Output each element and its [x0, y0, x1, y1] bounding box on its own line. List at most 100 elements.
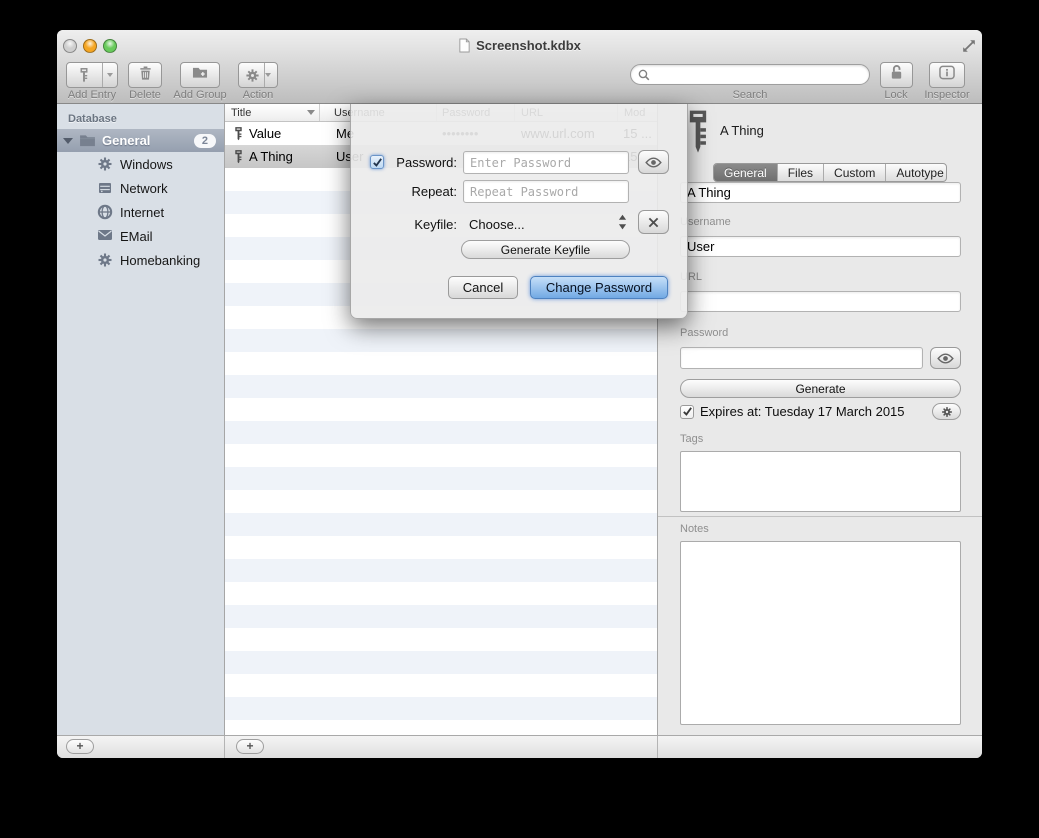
tags-box[interactable] [680, 451, 961, 512]
entry-row-empty [225, 697, 657, 720]
keyfile-popup[interactable]: Choose... [469, 217, 525, 232]
add-entry-footer-button[interactable]: + [236, 739, 264, 754]
sheet-password-label: Password: [357, 155, 457, 170]
sheet-reveal-password-button[interactable] [638, 150, 669, 174]
inspector-entry-title: A Thing [720, 123, 764, 138]
generate-keyfile-button[interactable]: Generate Keyfile [461, 240, 630, 259]
sidebar-item-label: Homebanking [120, 253, 200, 268]
entry-row-empty [225, 329, 657, 352]
sidebar-group-label: General [102, 133, 150, 148]
tab-files[interactable]: Files [778, 164, 824, 181]
add-entry-label: Add Entry [66, 89, 118, 101]
inspector-icon [938, 65, 956, 85]
add-entry-dropdown[interactable] [102, 63, 117, 87]
action-button[interactable] [238, 62, 278, 88]
entry-row-empty [225, 398, 657, 421]
screenshot-canvas: Screenshot.kdbx Add Entry Delete Add Gro… [0, 0, 1039, 838]
app-window: Screenshot.kdbx Add Entry Delete Add Gro… [57, 30, 982, 758]
entry-row-empty [225, 513, 657, 536]
tab-autotype[interactable]: Autotype [886, 164, 947, 181]
notes-box[interactable] [680, 541, 961, 725]
sidebar-item-windows[interactable]: Windows [57, 152, 224, 176]
sheet-repeat-input[interactable] [463, 180, 629, 203]
server-icon [97, 180, 114, 197]
entry-row-empty [225, 720, 657, 735]
sheet-repeat-label: Repeat: [357, 184, 457, 199]
add-entry-button[interactable] [66, 62, 118, 88]
fullscreen-icon[interactable] [961, 38, 977, 54]
search-icon [638, 69, 650, 81]
add-group-button[interactable] [180, 62, 220, 88]
globe-icon [97, 204, 114, 221]
add-group-label: Add Group [170, 89, 230, 101]
entry-row-empty [225, 490, 657, 513]
key-icon [233, 126, 244, 141]
url-field[interactable] [680, 291, 961, 312]
notes-label: Notes [680, 523, 709, 535]
entry-row-empty [225, 536, 657, 559]
change-password-button[interactable]: Change Password [530, 276, 668, 299]
search-field[interactable] [630, 64, 870, 85]
tab-general[interactable]: General [714, 164, 778, 181]
generate-password-button[interactable]: Generate [680, 379, 961, 398]
inspector-tabs: GeneralFilesCustomAutotype [713, 163, 947, 182]
envelope-icon [97, 228, 114, 245]
change-password-sheet: Password: Repeat: Keyfile: Choose... Gen… [350, 104, 688, 319]
folder-icon [79, 134, 96, 147]
title-field[interactable] [680, 182, 961, 203]
entry-key-icon [684, 108, 712, 158]
inspector-toolbar-label: Inspector [917, 89, 977, 101]
entry-row-empty [225, 651, 657, 674]
add-group-footer-button[interactable]: + [66, 739, 94, 754]
inspector-panel: A Thing GeneralFilesCustomAutotype Usern… [658, 104, 982, 735]
expires-row: Expires at: Tuesday 17 March 2015 [680, 403, 961, 420]
stepper-icon[interactable] [618, 214, 627, 235]
search-label: Search [630, 89, 870, 101]
username-field[interactable] [680, 236, 961, 257]
sidebar-section-header: Database [57, 104, 224, 129]
action-label: Action [228, 89, 288, 101]
action-dropdown[interactable] [264, 63, 271, 87]
entry-row-empty [225, 582, 657, 605]
gear-icon [941, 406, 953, 418]
lock-label: Lock [868, 89, 924, 101]
sidebar-item-email[interactable]: EMail [57, 224, 224, 248]
lock-open-icon [889, 64, 904, 86]
entry-title: A Thing [249, 149, 293, 164]
search-input[interactable] [654, 67, 869, 83]
close-x-icon [648, 217, 659, 228]
eye-icon [937, 353, 954, 364]
disclosure-triangle-icon[interactable] [63, 138, 73, 144]
folder-plus-icon [191, 65, 209, 85]
key-icon [233, 149, 244, 164]
entry-row-empty [225, 352, 657, 375]
reveal-password-button[interactable] [930, 347, 961, 369]
password-field[interactable] [680, 347, 923, 369]
sidebar-item-label: Internet [120, 205, 164, 220]
sidebar-item-label: Network [120, 181, 168, 196]
cancel-button[interactable]: Cancel [448, 276, 518, 299]
sidebar-item-internet[interactable]: Internet [57, 200, 224, 224]
expires-checkbox[interactable] [680, 405, 694, 419]
group-count-badge: 2 [194, 134, 216, 148]
entry-row-empty [225, 375, 657, 398]
sidebar-item-label: Windows [120, 157, 173, 172]
expires-gear-button[interactable] [932, 403, 961, 420]
sidebar-item-label: EMail [120, 229, 153, 244]
password-label: Password [680, 327, 728, 339]
entry-row-empty [225, 674, 657, 697]
entry-row-empty [225, 605, 657, 628]
tab-custom[interactable]: Custom [824, 164, 886, 181]
sidebar-item-network[interactable]: Network [57, 176, 224, 200]
sidebar-group-general[interactable]: General 2 [57, 129, 224, 152]
lock-button[interactable] [880, 62, 913, 88]
gear-icon [245, 63, 260, 87]
sidebar-item-homebanking[interactable]: Homebanking [57, 248, 224, 272]
entry-row-empty [225, 559, 657, 582]
clear-keyfile-button[interactable] [638, 210, 669, 234]
inspector-button[interactable] [929, 62, 965, 88]
delete-button[interactable] [128, 62, 162, 88]
sheet-password-input[interactable] [463, 151, 629, 174]
column-header-title[interactable]: Title [225, 104, 320, 121]
sort-descending-icon [307, 110, 315, 115]
